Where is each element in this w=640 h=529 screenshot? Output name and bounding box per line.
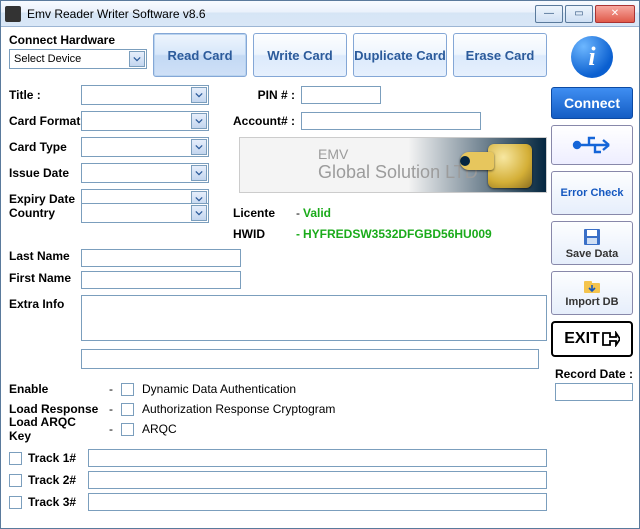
exit-arrow-icon: [602, 331, 620, 347]
dda-text: Dynamic Data Authentication: [142, 382, 296, 396]
enable-label: Enable: [9, 382, 101, 396]
track3-input[interactable]: [88, 493, 547, 511]
chevron-down-icon: [191, 113, 207, 129]
device-select[interactable]: Select Device: [9, 49, 147, 69]
exit-button[interactable]: EXIT: [551, 321, 633, 357]
extra-info-label: Extra Info: [9, 295, 77, 311]
issue-date-select[interactable]: [81, 163, 209, 183]
error-check-button[interactable]: Error Check: [551, 171, 633, 215]
erase-card-button[interactable]: Erase Card: [453, 33, 547, 77]
account-label: Account# :: [233, 114, 301, 128]
connect-hardware-label: Connect Hardware: [9, 33, 147, 47]
license-label: Licente: [233, 206, 293, 220]
brand-banner: EMV Global Solution LTD: [239, 137, 547, 193]
duplicate-card-button[interactable]: Duplicate Card: [353, 33, 447, 77]
last-name-label: Last Name: [9, 249, 81, 267]
track2-input[interactable]: [88, 471, 547, 489]
chevron-down-icon: [191, 139, 207, 155]
write-card-button[interactable]: Write Card: [253, 33, 347, 77]
track3-label: Track 3#: [28, 495, 82, 509]
app-icon: [5, 6, 21, 22]
track2-checkbox[interactable]: [9, 474, 22, 487]
account-input[interactable]: [301, 112, 481, 130]
window-title: Emv Reader Writer Software v8.6: [27, 7, 535, 21]
arc-text: Authorization Response Cryptogram: [142, 402, 335, 416]
import-icon: [582, 279, 602, 295]
minimize-button[interactable]: —: [535, 5, 563, 23]
title-label: Title :: [9, 88, 81, 102]
usb-button[interactable]: [551, 125, 633, 165]
chevron-down-icon: [191, 87, 207, 103]
pin-label: PIN # :: [233, 88, 301, 102]
read-card-button[interactable]: Read Card: [153, 33, 247, 77]
title-bar: Emv Reader Writer Software v8.6 — ▭ ✕: [1, 1, 639, 27]
close-button[interactable]: ✕: [595, 5, 635, 23]
title-select[interactable]: [81, 85, 209, 105]
pin-input[interactable]: [301, 86, 381, 104]
chip-icon: [488, 144, 532, 188]
connect-button[interactable]: Connect: [551, 87, 633, 119]
card-format-label: Card Format: [9, 114, 81, 128]
maximize-button[interactable]: ▭: [565, 5, 593, 23]
card-type-select[interactable]: [81, 137, 209, 157]
arqc-text: ARQC: [142, 422, 177, 436]
save-data-button[interactable]: Save Data: [551, 221, 633, 265]
load-arqc-label: Load ARQC Key: [9, 415, 101, 443]
hwid-value: HYFREDSW3532DFGBD56HU009: [303, 227, 547, 241]
chevron-down-icon: [129, 51, 145, 67]
track2-label: Track 2#: [28, 473, 82, 487]
card-type-label: Card Type: [9, 140, 81, 154]
import-db-button[interactable]: Import DB: [551, 271, 633, 315]
save-icon: [582, 227, 602, 247]
license-status: Valid: [303, 206, 547, 220]
record-date-input[interactable]: [555, 383, 633, 401]
arqc-checkbox[interactable]: [121, 423, 134, 436]
card-format-select[interactable]: [81, 111, 209, 131]
first-name-input[interactable]: [81, 271, 241, 289]
country-select[interactable]: [81, 203, 209, 223]
track3-checkbox[interactable]: [9, 496, 22, 509]
extra-info-textarea[interactable]: [81, 295, 547, 341]
device-select-value: Select Device: [14, 53, 81, 65]
country-label: Country: [9, 206, 81, 220]
chevron-down-icon: [191, 205, 207, 221]
last-name-input[interactable]: [81, 249, 241, 267]
info-icon: i: [571, 36, 613, 78]
track1-label: Track 1#: [28, 451, 82, 465]
hwid-label: HWID: [233, 227, 293, 241]
usb-icon: [569, 133, 615, 157]
info-button[interactable]: i: [551, 33, 633, 81]
track1-checkbox[interactable]: [9, 452, 22, 465]
chevron-down-icon: [191, 165, 207, 181]
banner-text-1: EMV: [318, 146, 348, 162]
track1-input[interactable]: [88, 449, 547, 467]
load-response-label: Load Response: [9, 402, 101, 416]
dda-checkbox[interactable]: [121, 383, 134, 396]
app-window: Emv Reader Writer Software v8.6 — ▭ ✕ Co…: [0, 0, 640, 529]
arc-checkbox[interactable]: [121, 403, 134, 416]
issue-date-label: Issue Date: [9, 166, 81, 180]
record-date-label: Record Date :: [551, 367, 633, 381]
first-name-label: First Name: [9, 271, 81, 289]
long-input[interactable]: [81, 349, 539, 369]
banner-text-2: Global Solution LTD: [318, 162, 478, 183]
